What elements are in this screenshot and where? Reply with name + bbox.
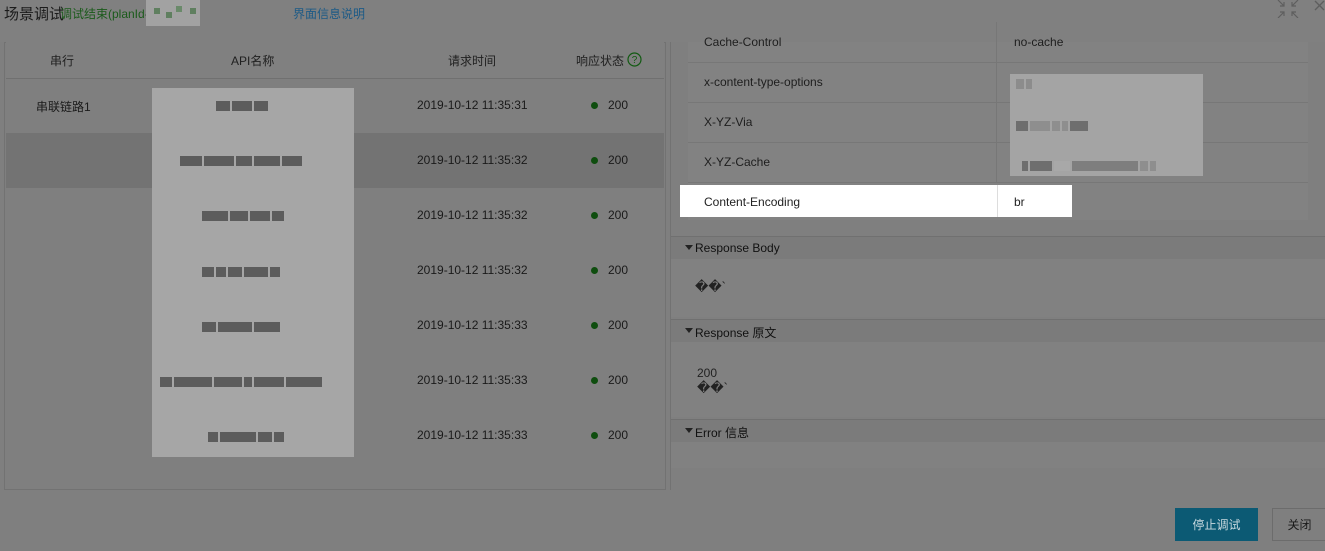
status-code: 200 bbox=[608, 428, 629, 442]
header-row: Cache-Control no-cache bbox=[688, 22, 1308, 63]
time-cell: 2019-10-12 11:35:33 bbox=[417, 318, 528, 332]
debug-status: 调试结束(planId- bbox=[60, 7, 149, 21]
status-dot bbox=[591, 432, 598, 439]
table-header: 串行 API名称 请求时间 响应状态 ? bbox=[6, 42, 664, 79]
section-label: Response Body bbox=[695, 241, 780, 255]
close-button[interactable]: 关闭 bbox=[1272, 508, 1325, 541]
close-icon[interactable] bbox=[1312, 0, 1325, 16]
header-value: br bbox=[1014, 195, 1025, 209]
time-cell: 2019-10-12 11:35:32 bbox=[417, 153, 528, 167]
time-cell: 2019-10-12 11:35:33 bbox=[417, 428, 528, 442]
column-api-name: API名称 bbox=[231, 54, 275, 68]
column-response-status: 响应状态 bbox=[576, 54, 625, 68]
header-key: X-YZ-Cache bbox=[704, 155, 771, 169]
response-body-toggle[interactable]: Response Body bbox=[671, 236, 1325, 259]
status-dot bbox=[591, 267, 598, 274]
response-body-content: ��` bbox=[671, 259, 1325, 317]
header-row: x-content-type-options bbox=[688, 62, 1308, 103]
header-row: X-YZ-Via bbox=[688, 102, 1308, 143]
time-cell: 2019-10-12 11:35:32 bbox=[417, 208, 528, 222]
api-name-column-redacted bbox=[152, 88, 354, 457]
error-info-toggle[interactable]: Error 信息 bbox=[671, 419, 1325, 442]
column-serial: 串行 bbox=[50, 54, 75, 68]
status-code: 200 bbox=[608, 153, 629, 167]
dialog-title: 场景调试 bbox=[4, 6, 65, 23]
help-circle-icon[interactable]: ? bbox=[627, 52, 642, 67]
caret-down-icon bbox=[685, 328, 693, 333]
time-cell: 2019-10-12 11:35:33 bbox=[417, 373, 528, 387]
status-dot bbox=[591, 322, 598, 329]
serial-cell: 串联链路1 bbox=[36, 100, 91, 114]
caret-down-icon bbox=[685, 428, 693, 433]
status-dot bbox=[591, 212, 598, 219]
section-label: Error 信息 bbox=[695, 426, 750, 440]
caret-down-icon bbox=[685, 245, 693, 250]
header-key: X-YZ-Via bbox=[704, 115, 753, 129]
error-info-content bbox=[671, 442, 1325, 468]
content-encoding-row: Content-Encoding br bbox=[680, 185, 1072, 217]
header-key: x-content-type-options bbox=[704, 75, 823, 89]
header-key: Cache-Control bbox=[704, 35, 782, 49]
response-body-text: ��` bbox=[695, 279, 726, 294]
status-code: 200 bbox=[608, 263, 629, 277]
time-cell: 2019-10-12 11:35:31 bbox=[417, 98, 528, 112]
status-code: 200 bbox=[608, 208, 629, 222]
status-code: 200 bbox=[608, 373, 629, 387]
status-code: 200 bbox=[608, 318, 629, 332]
column-request-time: 请求时间 bbox=[448, 54, 497, 68]
status-dot bbox=[591, 102, 598, 109]
svg-text:?: ? bbox=[632, 55, 638, 66]
response-raw-toggle[interactable]: Response 原文 bbox=[671, 319, 1325, 342]
status-code: 200 bbox=[608, 98, 629, 112]
stop-debug-button[interactable]: 停止调试 bbox=[1175, 508, 1258, 541]
header-row: X-YZ-Cache bbox=[688, 142, 1308, 183]
status-dot bbox=[591, 377, 598, 384]
header-values-redacted bbox=[1010, 74, 1203, 176]
section-label: Response 原文 bbox=[695, 326, 777, 340]
time-cell: 2019-10-12 11:35:32 bbox=[417, 263, 528, 277]
interface-info-link[interactable]: 界面信息说明 bbox=[293, 5, 365, 22]
plan-id-redacted bbox=[146, 0, 200, 26]
response-raw-text: ��` bbox=[697, 380, 728, 395]
exit-fullscreen-icon[interactable] bbox=[1276, 0, 1300, 18]
response-raw-content: 200 ��` bbox=[671, 342, 1325, 417]
header-value: no-cache bbox=[1014, 35, 1064, 49]
header-key: Content-Encoding bbox=[704, 195, 801, 209]
response-raw-status: 200 bbox=[697, 366, 718, 380]
status-dot bbox=[591, 157, 598, 164]
